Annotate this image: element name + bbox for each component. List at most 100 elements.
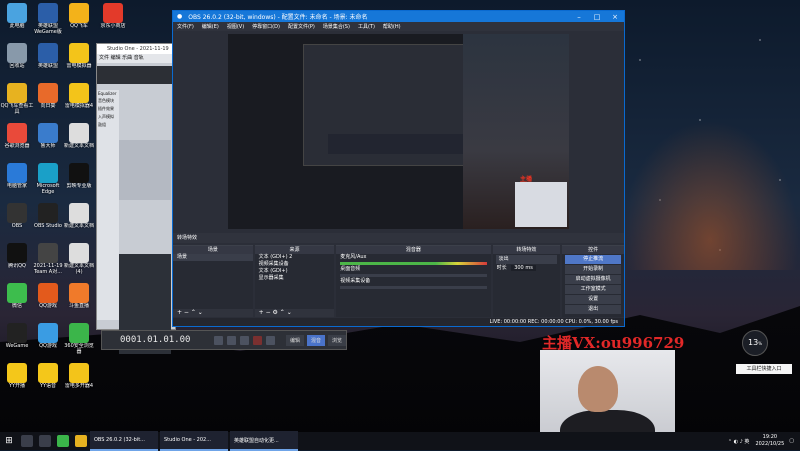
app-icon [7,83,27,103]
menu-view[interactable]: 视图(V) [227,23,244,30]
desktop-icon[interactable]: 雷电多开器4 [62,360,96,400]
exit-button[interactable]: 退出 [565,305,621,314]
tab-browse[interactable]: 浏览 [327,334,346,346]
app-icon [69,163,89,183]
sources-toolbar[interactable]: + − ⚙ ⌃ ⌄ [254,309,335,317]
scene-item[interactable]: 场景 [173,254,253,261]
studio-menu[interactable]: 文件 编辑 乐曲 音轨 [97,54,175,63]
desktop-icon[interactable]: Microsoft Edge [31,160,65,200]
studio-panel-item[interactable]: Equalizer [97,90,119,97]
source-item[interactable]: 视频采集设备 [255,261,335,268]
notification-icon[interactable]: ▢ [789,438,794,444]
loop-button[interactable] [266,335,275,345]
clock[interactable]: 19:20 2022/10/25 [755,434,784,448]
record-button[interactable] [253,335,262,345]
desktop-icon[interactable]: 京东小商店 [96,0,130,40]
desktop-icon[interactable]: 腾讯QQ [0,240,34,280]
desktop-icon[interactable]: 360安全浏览器 [62,320,96,360]
desktop-icon[interactable]: 斗鱼直播 [62,280,96,320]
taskbar-app-obs[interactable]: OBS 26.0.2 (32-bit... [90,431,158,451]
desktop-icon[interactable]: 英雄联盟WeGame版 [31,0,65,40]
desktop-icon[interactable]: 向日葵 [31,80,65,120]
studio-one-window[interactable]: Studio One - 2021-11-19 文件 编辑 乐曲 音轨 Equa… [96,43,176,354]
menu-scene-collection[interactable]: 场景集合(S) [323,23,350,30]
studio-mode-button[interactable]: 工作室模式 [565,285,621,294]
webcam-person-head [578,366,618,412]
desktop-icon[interactable]: 此电脑 [0,0,34,40]
cpu-badge[interactable]: 13% [742,330,768,356]
desktop-icon-label: 微信 [11,303,22,309]
desktop-icon[interactable]: 谷歌浏览器 [0,120,34,160]
menu-profile[interactable]: 配置文件(P) [288,23,315,30]
start-record-button[interactable]: 开始录制 [565,265,621,274]
transition-select[interactable]: 淡出 [495,255,558,264]
desktop-icon[interactable]: 雷电模拟器 [62,40,96,80]
toolbar-shortcut-popup[interactable]: 工具栏快捷入口 [736,364,792,374]
studio-panel-item[interactable]: 音色模块 [97,97,119,105]
close-icon[interactable]: × [606,13,624,21]
studio-track[interactable] [119,140,171,200]
dock-sources: 来源 文本 (GDI+) 2 视频采集设备 文本 (GDI+) 显示器采集 + … [254,245,335,317]
desktop-icon[interactable]: OBS Studio [31,200,65,240]
source-item[interactable]: 文本 (GDI+) 2 [255,254,335,261]
studio-panel-item[interactable]: 鼓组 [97,121,119,129]
desktop-icon[interactable]: 微信 [0,280,34,320]
file-explorer-icon[interactable] [75,435,87,447]
desktop-icon-label: Microsoft Edge [36,183,60,195]
maximize-icon[interactable]: □ [588,13,606,21]
tab-mix[interactable]: 混音 [306,334,325,346]
desktop-icon[interactable]: QQ飞车 [62,0,96,40]
menu-file[interactable]: 文件(F) [177,23,194,30]
desktop-icon[interactable]: 英雄联盟 [31,40,65,80]
desktop-icon[interactable]: QQ游戏 [31,320,65,360]
minimize-icon[interactable]: – [570,13,588,21]
studio-panel-item[interactable]: 插件效果 [97,105,119,113]
menu-edit[interactable]: 编辑(E) [202,23,219,30]
task-view-icon[interactable] [39,435,51,447]
desktop-icon[interactable]: 雷电模拟器4 [62,80,96,120]
transition-duration[interactable]: 时长 300 ms [493,265,561,272]
menu-help[interactable]: 帮助(H) [383,23,401,30]
dock-transitions-header: 转场特效 [492,246,561,254]
app-icon [69,3,89,23]
stop-stream-button[interactable]: 停止推流 [565,255,621,264]
source-item[interactable]: 文本 (GDI+) [255,268,335,275]
settings-button[interactable]: 设置 [565,295,621,304]
stop-button[interactable] [227,335,236,345]
desktop-icon[interactable]: 鲁大师 [31,120,65,160]
play-button[interactable] [240,335,249,345]
taskbar-app-studio-one[interactable]: Studio One - 202... [160,431,228,451]
desktop-icon[interactable]: 新建文本文档(4) [62,240,96,280]
obs-preview[interactable]: 主播VX:ou996729 [228,34,569,229]
rewind-button[interactable] [214,335,223,345]
desktop-icon[interactable]: YY语音 [31,360,65,400]
obs-window[interactable]: ● OBS 26.0.2 (32-bit, windows) - 配置文件: 未… [172,10,625,327]
source-item[interactable]: 显示器采集 [255,275,335,282]
desktop-icon[interactable]: QQ游戏 [31,280,65,320]
desktop-icon[interactable]: 2021-11-19 Team A对... [31,240,65,280]
desktop-icon[interactable]: 新建文本文档 [62,200,96,240]
desktop-icon[interactable]: YY开播 [0,360,34,400]
browser-360-icon[interactable] [57,435,69,447]
studio-browser[interactable]: Equalizer 音色模块 插件效果 入声模拟 鼓组 [97,90,119,320]
scenes-toolbar[interactable]: + − ⌃ ⌄ [173,309,253,317]
app-icon [7,123,27,143]
virtual-camera-button[interactable]: 启动虚拟摄像机 [565,275,621,284]
windows-start-icon[interactable]: ⊞ [0,432,18,450]
desktop-icon[interactable]: 新建文本文档 [62,120,96,160]
desktop-icon[interactable]: WeGame [0,320,34,360]
menu-tools[interactable]: 工具(T) [358,23,375,30]
desktop-icon-label: 雷电模拟器4 [64,103,94,109]
desktop-icon[interactable]: 电脑管家 [0,160,34,200]
desktop-icon[interactable]: OBS [0,200,34,240]
tab-edit[interactable]: 编辑 [285,334,304,346]
menu-docks[interactable]: 停靠窗口(D) [252,23,280,30]
desktop-icon[interactable]: QQ飞车查看工具 [0,80,34,120]
studio-panel-item[interactable]: 入声模拟 [97,113,119,121]
desktop-icon[interactable]: 回收站 [0,40,34,80]
desktop-icon[interactable]: 剪映专业版 [62,160,96,200]
search-icon[interactable] [21,435,33,447]
duration-value[interactable]: 300 ms [511,265,536,271]
taskbar-app-lol[interactable]: 英雄联盟自动化更... [230,431,298,451]
tray-icons[interactable]: ⌃ ◐ ♪ 英 [728,438,750,445]
